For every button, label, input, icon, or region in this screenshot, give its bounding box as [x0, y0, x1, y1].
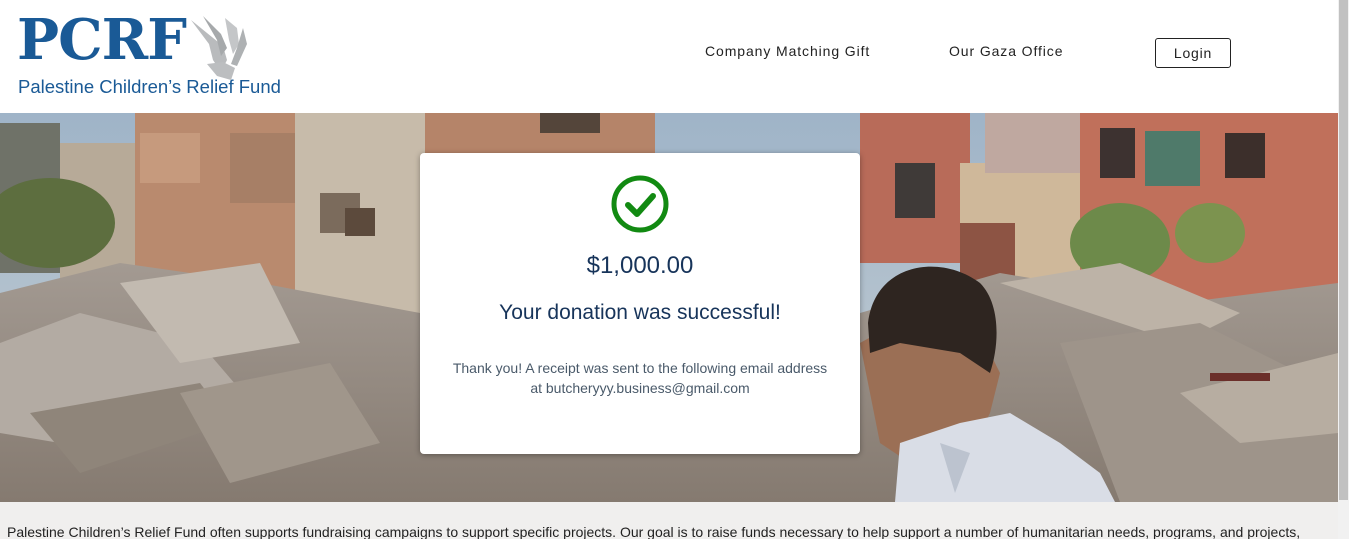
page-scrollbar[interactable]: [1338, 0, 1349, 539]
site-header: PCRF Palestine Children’s Relief Fund Co…: [0, 0, 1338, 113]
donation-confirmation-card: $1,000.00 Your donation was successful! …: [420, 153, 860, 454]
hands-icon: [191, 16, 247, 80]
nav-our-gaza-office[interactable]: Our Gaza Office: [949, 43, 1063, 59]
nav-company-matching-gift[interactable]: Company Matching Gift: [705, 43, 870, 59]
footer-description-text: Palestine Children’s Relief Fund often s…: [7, 524, 1301, 539]
check-circle-icon: [611, 175, 669, 233]
receipt-line-1: Thank you! A receipt was sent to the fol…: [452, 360, 828, 376]
receipt-line-2: at butcheryyy.business@gmail.com: [530, 380, 750, 396]
footer-description-band: Palestine Children’s Relief Fund often s…: [0, 502, 1338, 539]
pcrf-logo[interactable]: PCRF Palestine Children’s Relief Fund: [17, 7, 281, 100]
receipt-message: Thank you! A receipt was sent to the fol…: [440, 358, 840, 398]
donation-status-message: Your donation was successful!: [499, 301, 781, 324]
login-button[interactable]: Login: [1155, 38, 1231, 68]
logo-subtitle: Palestine Children’s Relief Fund: [18, 76, 281, 97]
donation-amount: $1,000.00: [586, 252, 694, 279]
scrollbar-thumb[interactable]: [1339, 0, 1348, 500]
logo-wordmark: PCRF: [17, 7, 187, 73]
